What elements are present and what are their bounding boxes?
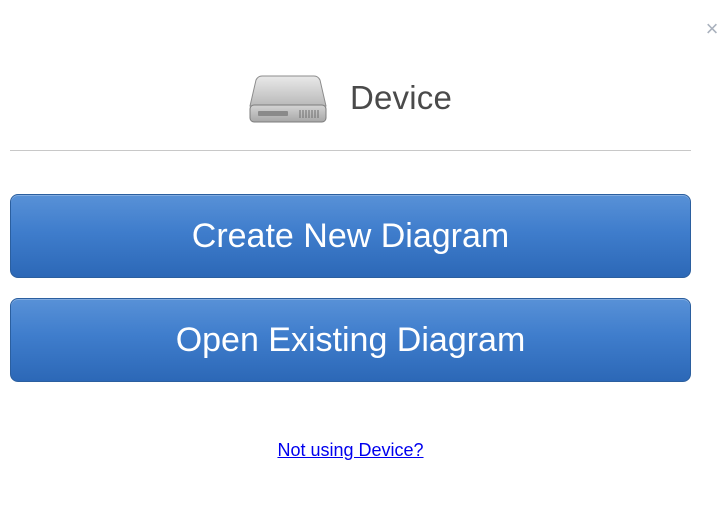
dialog-title: Device xyxy=(349,79,453,116)
close-button[interactable]: × xyxy=(703,18,721,40)
open-existing-diagram-button[interactable]: Open Existing Diagram xyxy=(10,298,691,382)
not-using-device-link[interactable]: Not using Device? xyxy=(0,440,701,461)
create-new-diagram-button[interactable]: Create New Diagram xyxy=(10,194,691,278)
divider xyxy=(10,150,691,151)
dialog-header: Device xyxy=(0,72,700,124)
hard-drive-icon xyxy=(249,75,327,123)
device-dialog: × Device Create New Diagram Open Existin… xyxy=(0,0,721,509)
